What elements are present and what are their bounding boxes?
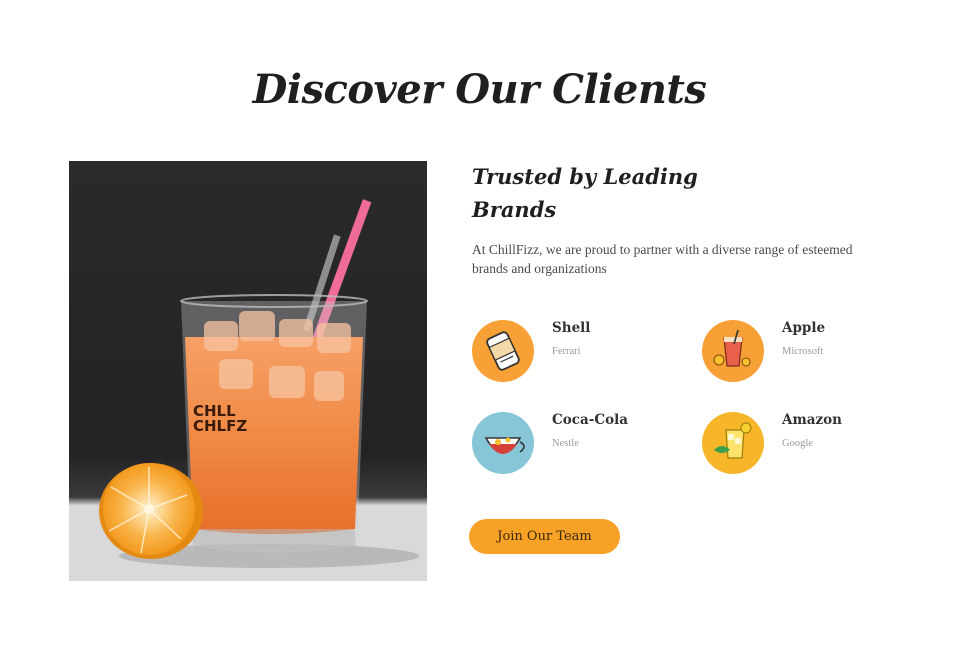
cup-print-line2: CHLFZ [193, 417, 247, 435]
lemonade-glass-icon [702, 412, 764, 474]
client-subtitle: Nestle [552, 438, 579, 449]
drink-photo: CHLL CHLFZ [69, 161, 427, 581]
client-name: Apple [782, 320, 826, 336]
client-item-shell: Shell Ferrari [472, 320, 672, 384]
subtitle: Trusted by Leading Brands [472, 160, 702, 226]
subtitle-line1: Trusted by Leading [472, 164, 698, 189]
client-item-amazon: Amazon Google [702, 412, 902, 476]
client-item-apple: Apple Microsoft [702, 320, 902, 384]
client-name: Coca-Cola [552, 412, 628, 428]
client-item-coca-cola: Coca-Cola Nestle [472, 412, 672, 476]
subtitle-line2: Brands [472, 197, 557, 222]
client-subtitle: Google [782, 438, 813, 449]
join-team-button[interactable]: Join Our Team [469, 519, 620, 554]
cocktail-glass-icon [702, 320, 764, 382]
intro-text: At ChillFizz, we are proud to partner wi… [472, 242, 853, 276]
client-subtitle: Microsoft [782, 346, 824, 357]
client-subtitle: Ferrari [552, 346, 581, 357]
client-name: Shell [552, 320, 591, 336]
client-name: Amazon [782, 412, 842, 428]
section-title: Discover Our Clients [252, 66, 707, 113]
soda-can-icon [472, 320, 534, 382]
client-intro: Trusted by Leading Brands At ChillFizz, … [472, 160, 892, 278]
punch-bowl-icon [472, 412, 534, 474]
